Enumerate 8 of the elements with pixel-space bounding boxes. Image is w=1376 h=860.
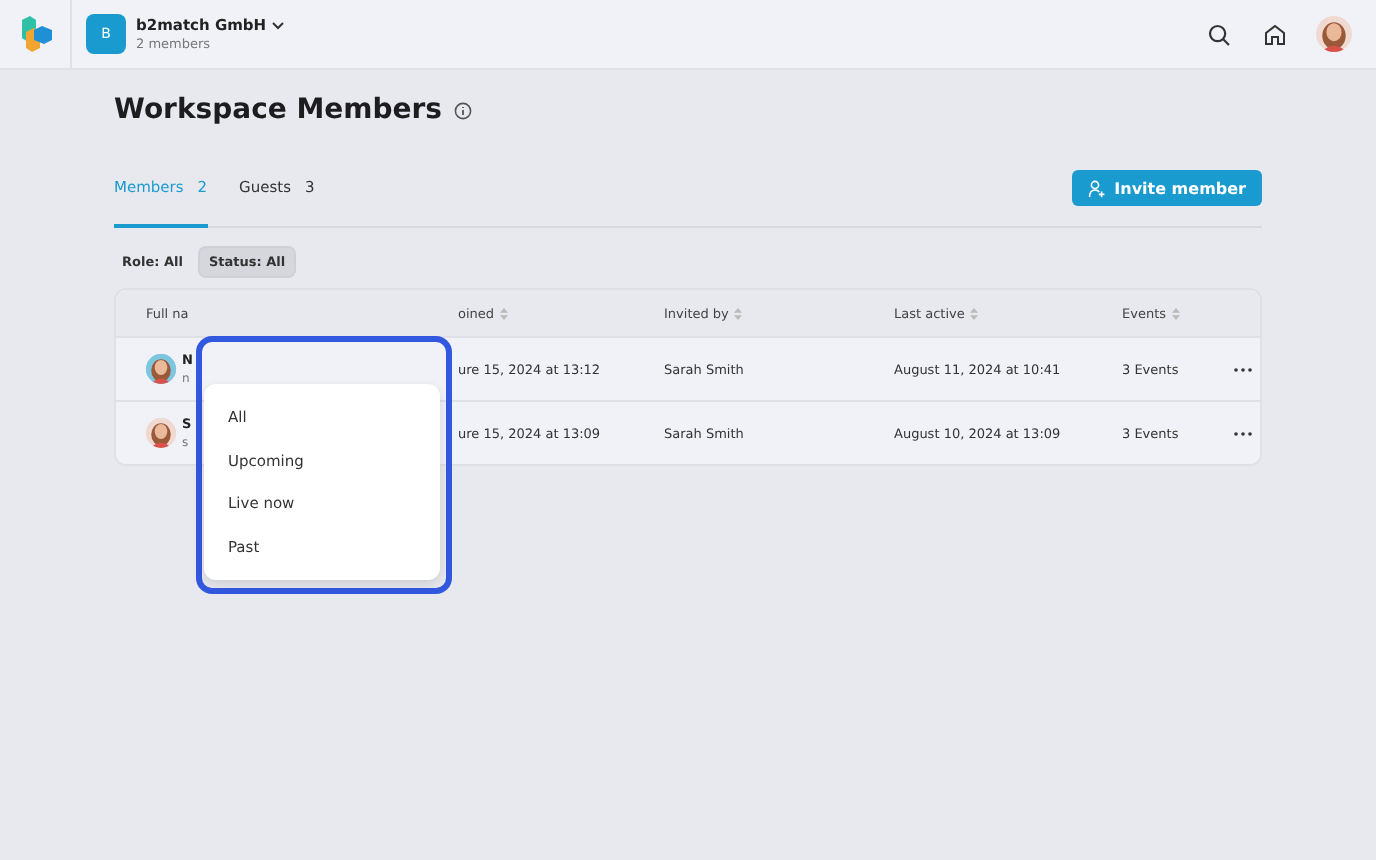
page-title: Workspace Members xyxy=(114,94,443,126)
search-icon[interactable] xyxy=(1207,23,1229,45)
info-icon[interactable] xyxy=(454,101,473,119)
add-user-icon xyxy=(1088,179,1107,197)
chevron-down-icon[interactable] xyxy=(272,21,285,29)
home-icon[interactable] xyxy=(1263,23,1285,45)
user-avatar[interactable] xyxy=(1316,16,1352,52)
logo-icon[interactable] xyxy=(17,14,53,54)
